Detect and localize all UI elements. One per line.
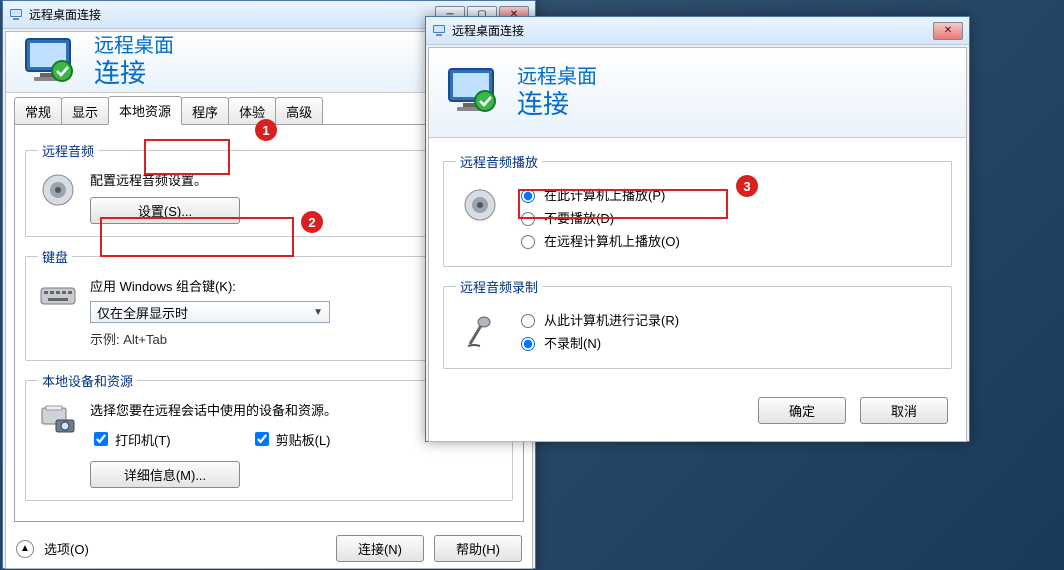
keyboard-icon [38, 276, 78, 316]
checkbox-printer[interactable]: 打印机(T) [90, 429, 171, 449]
dialog-close-button[interactable]: ✕ [933, 22, 963, 40]
radio-dont-play-input[interactable] [521, 212, 535, 226]
audio-settings-button[interactable]: 设置(S)... [90, 197, 240, 224]
banner-line1: 远程桌面 [94, 34, 174, 58]
dialog-banner-line2: 连接 [517, 89, 597, 120]
app-icon [9, 7, 25, 23]
collapse-options-button[interactable]: ▲ [16, 540, 34, 558]
tab-display[interactable]: 显示 [61, 97, 109, 125]
dialog-banner-line1: 远程桌面 [517, 65, 597, 89]
radio-play-this-computer-label: 在此计算机上播放(P) [544, 185, 665, 204]
tab-programs[interactable]: 程序 [181, 97, 229, 125]
speaker-icon [460, 185, 500, 228]
legend-devices: 本地设备和资源 [38, 371, 137, 390]
devices-more-button[interactable]: 详细信息(M)... [90, 461, 240, 488]
tab-general[interactable]: 常规 [14, 97, 62, 125]
microphone-icon [460, 310, 500, 353]
app-icon [432, 23, 448, 39]
group-record: 远程音频录制 从此计算机进行记录(R) [443, 277, 952, 369]
legend-record: 远程音频录制 [456, 277, 542, 296]
legend-keyboard: 键盘 [38, 247, 72, 266]
radio-dont-record-input[interactable] [521, 337, 535, 351]
window-audio-settings: 远程桌面连接 ✕ 远程桌面 连接 远 [425, 16, 970, 442]
radio-play-this-computer[interactable]: 在此计算机上播放(P) [516, 185, 939, 204]
checkbox-printer-label: 打印机(T) [115, 430, 171, 449]
radio-dont-play[interactable]: 不要播放(D) [516, 208, 939, 227]
checkbox-clipboard[interactable]: 剪贴板(L) [251, 429, 331, 449]
tab-experience[interactable]: 体验 [228, 97, 276, 125]
devices-icon [38, 400, 78, 440]
banner-title: 远程桌面 连接 [94, 34, 174, 89]
tab-local-resources[interactable]: 本地资源 [108, 96, 182, 125]
legend-playback: 远程音频播放 [456, 152, 542, 171]
radio-dont-record[interactable]: 不录制(N) [516, 333, 939, 352]
dialog-title-text: 远程桌面连接 [452, 22, 524, 39]
options-label[interactable]: 选项(O) [44, 539, 89, 558]
checkbox-printer-input[interactable] [94, 432, 108, 446]
radio-play-remote-label: 在远程计算机上播放(O) [544, 231, 680, 250]
connect-button[interactable]: 连接(N) [336, 535, 424, 562]
keyboard-combo-value: 仅在全屏显示时 [97, 303, 188, 322]
titlebar-dialog[interactable]: 远程桌面连接 ✕ [426, 17, 969, 45]
chevron-down-icon: ▼ [313, 307, 323, 318]
speaker-icon [38, 170, 78, 210]
group-playback: 远程音频播放 在此计算机上播放(P) [443, 152, 952, 267]
tab-advanced[interactable]: 高级 [275, 97, 323, 125]
radio-play-remote[interactable]: 在远程计算机上播放(O) [516, 231, 939, 250]
radio-play-remote-input[interactable] [521, 235, 535, 249]
banner-dialog: 远程桌面 连接 [429, 48, 966, 138]
banner-line2: 连接 [94, 58, 174, 89]
radio-record-this-computer-label: 从此计算机进行记录(R) [544, 310, 679, 329]
radio-dont-record-label: 不录制(N) [544, 333, 601, 352]
radio-record-this-computer-input[interactable] [521, 314, 535, 328]
rdc-logo-icon [22, 35, 82, 90]
radio-dont-play-label: 不要播放(D) [544, 208, 614, 227]
title-text: 远程桌面连接 [29, 6, 101, 23]
dialog-footer: 确定 取消 [429, 387, 966, 438]
checkbox-clipboard-label: 剪贴板(L) [276, 430, 331, 449]
rdc-logo-icon [445, 65, 505, 120]
ok-button[interactable]: 确定 [758, 397, 846, 424]
radio-play-this-computer-input[interactable] [521, 189, 535, 203]
bottom-bar: ▲ 选项(O) 连接(N) 帮助(H) [6, 529, 532, 568]
keyboard-combo[interactable]: 仅在全屏显示时 ▼ [90, 301, 330, 323]
dialog-banner-title: 远程桌面 连接 [517, 65, 597, 120]
cancel-button[interactable]: 取消 [860, 397, 948, 424]
help-button[interactable]: 帮助(H) [434, 535, 522, 562]
radio-record-this-computer[interactable]: 从此计算机进行记录(R) [516, 310, 939, 329]
legend-remote-audio: 远程音频 [38, 141, 98, 160]
checkbox-clipboard-input[interactable] [255, 432, 269, 446]
